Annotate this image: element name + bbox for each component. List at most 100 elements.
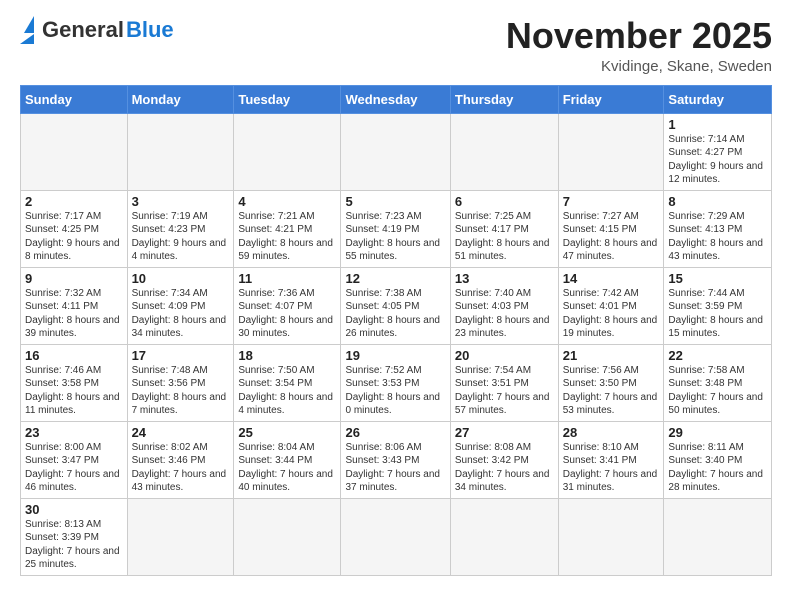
day-info: Sunrise: 7:58 AM Sunset: 3:48 PM Dayligh… — [668, 364, 767, 418]
day-number: 23 — [25, 425, 123, 440]
day-info: Sunrise: 7:36 AM Sunset: 4:07 PM Dayligh… — [238, 287, 336, 341]
day-number: 3 — [132, 194, 230, 209]
day-info: Sunrise: 7:44 AM Sunset: 3:59 PM Dayligh… — [668, 287, 767, 341]
calendar-cell: 4Sunrise: 7:21 AM Sunset: 4:21 PM Daylig… — [234, 190, 341, 267]
calendar-cell — [341, 113, 450, 190]
calendar-cell: 2Sunrise: 7:17 AM Sunset: 4:25 PM Daylig… — [21, 190, 128, 267]
day-info: Sunrise: 7:48 AM Sunset: 3:56 PM Dayligh… — [132, 364, 230, 418]
calendar-cell: 28Sunrise: 8:10 AM Sunset: 3:41 PM Dayli… — [558, 421, 664, 498]
logo-general: General — [42, 17, 124, 43]
day-number: 18 — [238, 348, 336, 363]
calendar-cell: 1Sunrise: 7:14 AM Sunset: 4:27 PM Daylig… — [664, 113, 772, 190]
calendar-cell — [341, 498, 450, 575]
day-info: Sunrise: 7:14 AM Sunset: 4:27 PM Dayligh… — [668, 133, 767, 187]
day-number: 30 — [25, 502, 123, 517]
day-info: Sunrise: 7:32 AM Sunset: 4:11 PM Dayligh… — [25, 287, 123, 341]
calendar-cell: 18Sunrise: 7:50 AM Sunset: 3:54 PM Dayli… — [234, 344, 341, 421]
day-info: Sunrise: 7:52 AM Sunset: 3:53 PM Dayligh… — [345, 364, 445, 418]
logo-icon: GeneralBlue — [20, 16, 174, 44]
day-number: 5 — [345, 194, 445, 209]
calendar-cell: 24Sunrise: 8:02 AM Sunset: 3:46 PM Dayli… — [127, 421, 234, 498]
day-number: 9 — [25, 271, 123, 286]
logo-text: GeneralBlue — [42, 17, 174, 43]
calendar-week-row: 9Sunrise: 7:32 AM Sunset: 4:11 PM Daylig… — [21, 267, 772, 344]
day-info: Sunrise: 8:10 AM Sunset: 3:41 PM Dayligh… — [563, 441, 660, 495]
day-number: 20 — [455, 348, 554, 363]
day-info: Sunrise: 8:06 AM Sunset: 3:43 PM Dayligh… — [345, 441, 445, 495]
header: GeneralBlue November 2025 Kvidinge, Skan… — [20, 16, 772, 75]
calendar-cell — [127, 113, 234, 190]
calendar-cell — [234, 498, 341, 575]
day-info: Sunrise: 7:56 AM Sunset: 3:50 PM Dayligh… — [563, 364, 660, 418]
day-number: 22 — [668, 348, 767, 363]
calendar-cell: 7Sunrise: 7:27 AM Sunset: 4:15 PM Daylig… — [558, 190, 664, 267]
calendar-cell: 19Sunrise: 7:52 AM Sunset: 3:53 PM Dayli… — [341, 344, 450, 421]
calendar-cell: 13Sunrise: 7:40 AM Sunset: 4:03 PM Dayli… — [450, 267, 558, 344]
calendar-cell — [450, 113, 558, 190]
location-title: Kvidinge, Skane, Sweden — [506, 58, 772, 75]
calendar-cell: 23Sunrise: 8:00 AM Sunset: 3:47 PM Dayli… — [21, 421, 128, 498]
day-number: 25 — [238, 425, 336, 440]
day-number: 24 — [132, 425, 230, 440]
calendar-week-row: 2Sunrise: 7:17 AM Sunset: 4:25 PM Daylig… — [21, 190, 772, 267]
header-sunday: Sunday — [21, 85, 128, 113]
day-number: 29 — [668, 425, 767, 440]
calendar-cell: 30Sunrise: 8:13 AM Sunset: 3:39 PM Dayli… — [21, 498, 128, 575]
day-info: Sunrise: 7:25 AM Sunset: 4:17 PM Dayligh… — [455, 210, 554, 264]
title-block: November 2025 Kvidinge, Skane, Sweden — [506, 16, 772, 75]
calendar-cell: 6Sunrise: 7:25 AM Sunset: 4:17 PM Daylig… — [450, 190, 558, 267]
calendar-cell: 12Sunrise: 7:38 AM Sunset: 4:05 PM Dayli… — [341, 267, 450, 344]
calendar-cell — [664, 498, 772, 575]
day-info: Sunrise: 7:42 AM Sunset: 4:01 PM Dayligh… — [563, 287, 660, 341]
day-info: Sunrise: 7:34 AM Sunset: 4:09 PM Dayligh… — [132, 287, 230, 341]
day-info: Sunrise: 8:13 AM Sunset: 3:39 PM Dayligh… — [25, 518, 123, 572]
day-number: 17 — [132, 348, 230, 363]
calendar-cell — [21, 113, 128, 190]
day-info: Sunrise: 8:00 AM Sunset: 3:47 PM Dayligh… — [25, 441, 123, 495]
calendar-week-row: 23Sunrise: 8:00 AM Sunset: 3:47 PM Dayli… — [21, 421, 772, 498]
calendar-cell: 11Sunrise: 7:36 AM Sunset: 4:07 PM Dayli… — [234, 267, 341, 344]
day-info: Sunrise: 7:19 AM Sunset: 4:23 PM Dayligh… — [132, 210, 230, 264]
day-info: Sunrise: 7:27 AM Sunset: 4:15 PM Dayligh… — [563, 210, 660, 264]
header-thursday: Thursday — [450, 85, 558, 113]
day-number: 7 — [563, 194, 660, 209]
day-number: 10 — [132, 271, 230, 286]
day-info: Sunrise: 7:40 AM Sunset: 4:03 PM Dayligh… — [455, 287, 554, 341]
day-info: Sunrise: 8:04 AM Sunset: 3:44 PM Dayligh… — [238, 441, 336, 495]
calendar-cell: 16Sunrise: 7:46 AM Sunset: 3:58 PM Dayli… — [21, 344, 128, 421]
day-info: Sunrise: 7:46 AM Sunset: 3:58 PM Dayligh… — [25, 364, 123, 418]
day-info: Sunrise: 7:54 AM Sunset: 3:51 PM Dayligh… — [455, 364, 554, 418]
day-number: 13 — [455, 271, 554, 286]
calendar-cell: 26Sunrise: 8:06 AM Sunset: 3:43 PM Dayli… — [341, 421, 450, 498]
calendar-table: Sunday Monday Tuesday Wednesday Thursday… — [20, 85, 772, 576]
day-number: 16 — [25, 348, 123, 363]
calendar-week-row: 1Sunrise: 7:14 AM Sunset: 4:27 PM Daylig… — [21, 113, 772, 190]
header-tuesday: Tuesday — [234, 85, 341, 113]
day-number: 2 — [25, 194, 123, 209]
calendar-cell — [558, 113, 664, 190]
calendar-cell: 21Sunrise: 7:56 AM Sunset: 3:50 PM Dayli… — [558, 344, 664, 421]
calendar-cell — [234, 113, 341, 190]
day-number: 21 — [563, 348, 660, 363]
calendar-cell — [558, 498, 664, 575]
header-friday: Friday — [558, 85, 664, 113]
weekday-header-row: Sunday Monday Tuesday Wednesday Thursday… — [21, 85, 772, 113]
day-info: Sunrise: 7:21 AM Sunset: 4:21 PM Dayligh… — [238, 210, 336, 264]
calendar-cell: 22Sunrise: 7:58 AM Sunset: 3:48 PM Dayli… — [664, 344, 772, 421]
calendar-cell — [127, 498, 234, 575]
calendar-cell: 27Sunrise: 8:08 AM Sunset: 3:42 PM Dayli… — [450, 421, 558, 498]
calendar-cell: 25Sunrise: 8:04 AM Sunset: 3:44 PM Dayli… — [234, 421, 341, 498]
logo-blue: Blue — [126, 17, 174, 43]
day-number: 26 — [345, 425, 445, 440]
header-monday: Monday — [127, 85, 234, 113]
day-number: 4 — [238, 194, 336, 209]
day-number: 28 — [563, 425, 660, 440]
calendar-cell: 29Sunrise: 8:11 AM Sunset: 3:40 PM Dayli… — [664, 421, 772, 498]
month-title: November 2025 — [506, 16, 772, 56]
calendar-week-row: 30Sunrise: 8:13 AM Sunset: 3:39 PM Dayli… — [21, 498, 772, 575]
day-info: Sunrise: 7:50 AM Sunset: 3:54 PM Dayligh… — [238, 364, 336, 418]
calendar-cell: 3Sunrise: 7:19 AM Sunset: 4:23 PM Daylig… — [127, 190, 234, 267]
calendar-cell: 8Sunrise: 7:29 AM Sunset: 4:13 PM Daylig… — [664, 190, 772, 267]
calendar-cell: 9Sunrise: 7:32 AM Sunset: 4:11 PM Daylig… — [21, 267, 128, 344]
day-number: 15 — [668, 271, 767, 286]
